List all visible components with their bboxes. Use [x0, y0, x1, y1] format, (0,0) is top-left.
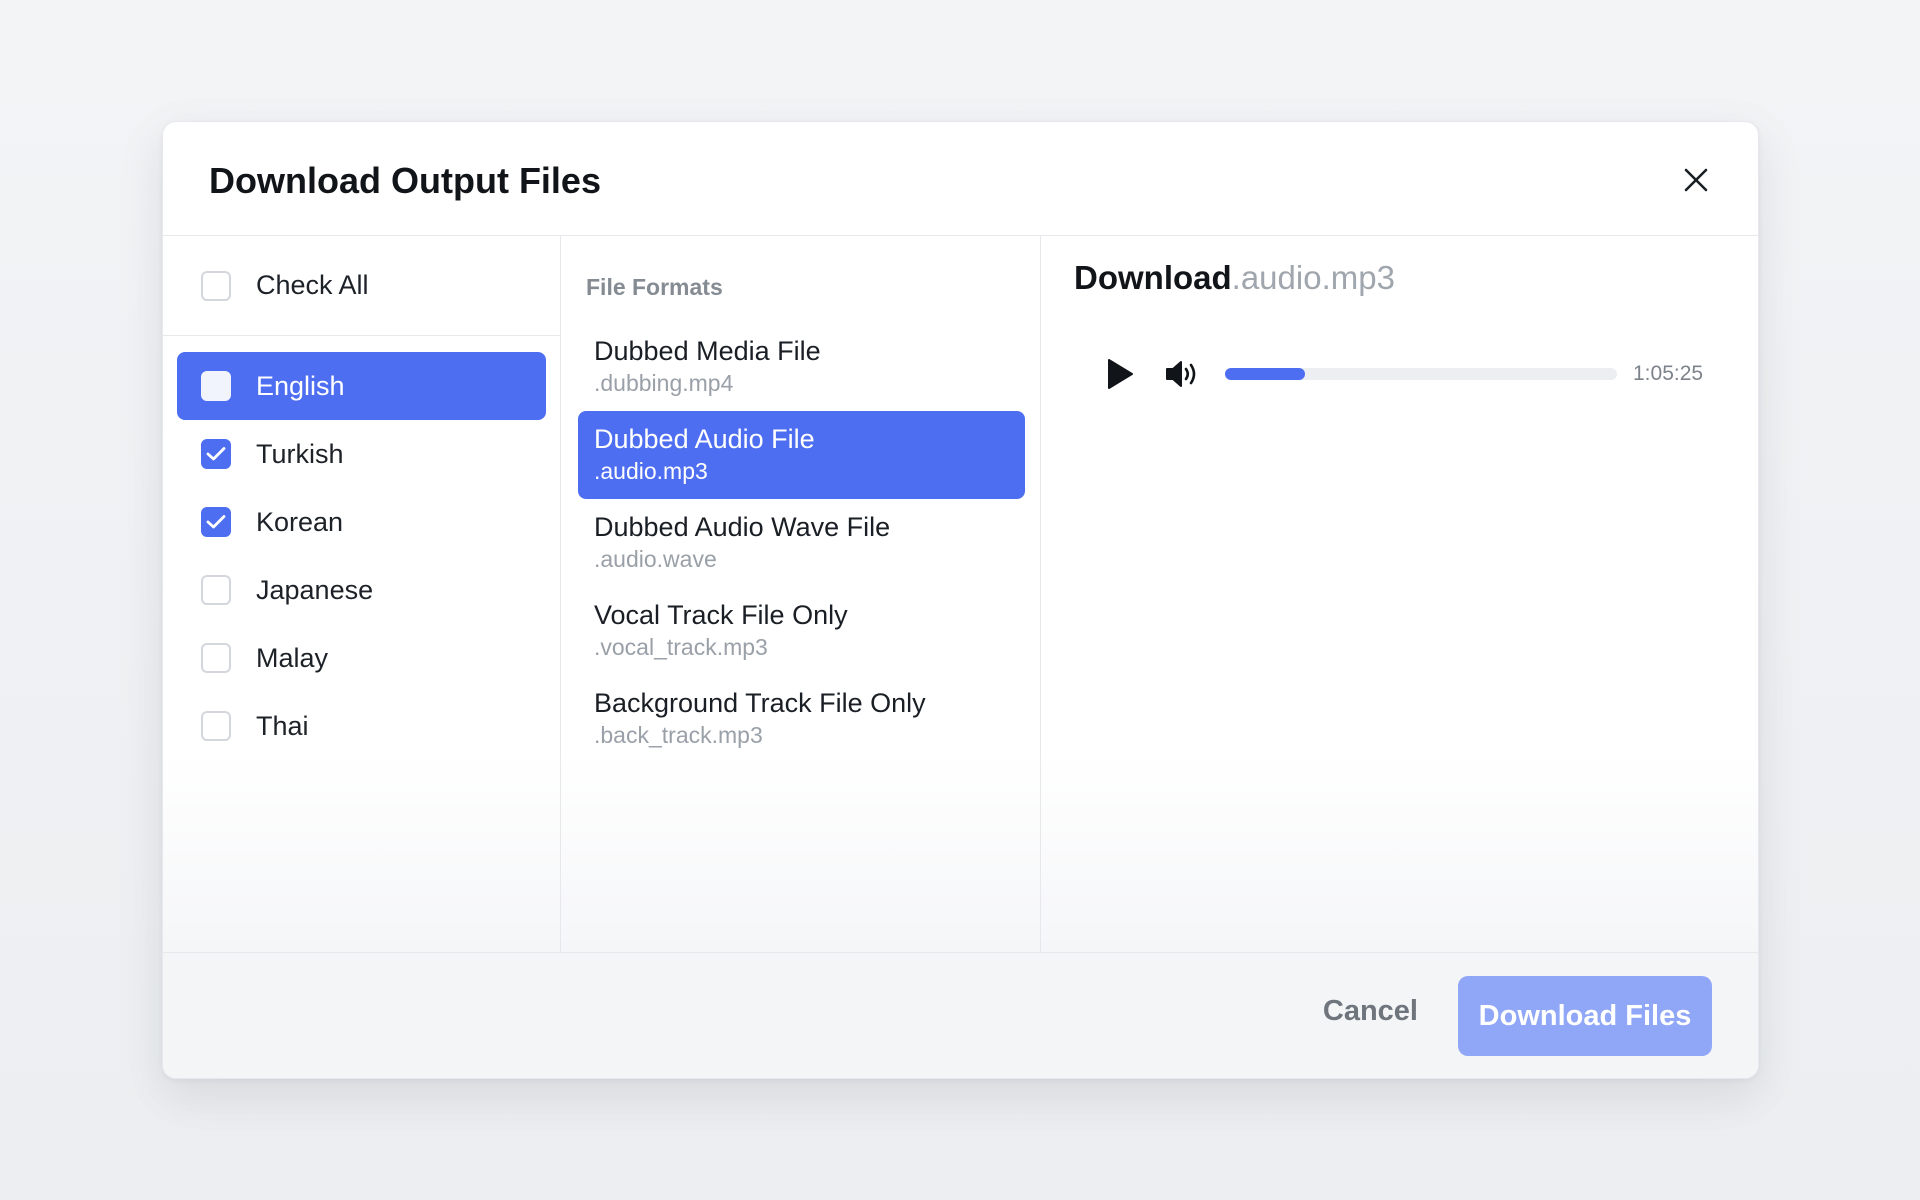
language-label: English — [256, 370, 345, 401]
preview-title-file: .audio.mp3 — [1231, 259, 1395, 296]
volume-icon — [1166, 361, 1196, 387]
playback-progress-bar[interactable] — [1225, 368, 1617, 380]
format-extension: .dubbing.mp4 — [594, 370, 734, 396]
format-name: Background Track File Only — [594, 688, 926, 718]
format-list: Dubbed Media File .dubbing.mp4 Dubbed Audi… — [578, 323, 1025, 763]
preview-title-prefix: Download — [1074, 259, 1232, 296]
dialog-footer: Cancel Download Files — [163, 952, 1758, 1078]
dialog-header: Download Output Files — [163, 122, 1758, 236]
check-all-label: Check All — [256, 270, 369, 300]
volume-button[interactable] — [1161, 354, 1205, 394]
format-name: Dubbed Audio Wave File — [594, 512, 891, 542]
language-list: English Turkish Korean Japanese Malay Thai — [163, 336, 560, 760]
close-icon — [1684, 168, 1708, 192]
format-column: File Formats Dubbed Media File .dubbing.m… — [561, 236, 1041, 954]
format-name: Dubbed Audio File — [594, 424, 815, 454]
language-label: Korean — [256, 506, 344, 537]
format-extension: .back_track.mp3 — [594, 722, 763, 748]
language-checkbox[interactable] — [201, 371, 231, 401]
format-item[interactable]: Dubbed Audio Wave File .audio.wave — [578, 499, 1025, 587]
play-button[interactable] — [1101, 354, 1139, 394]
check-all-row[interactable]: Check All — [163, 236, 560, 336]
language-label: Thai — [256, 710, 309, 741]
preview-column: Download.audio.mp3 1:05:25 — [1041, 236, 1758, 954]
playback-progress-fill — [1225, 368, 1306, 380]
audio-player: 1:05:25 — [1101, 346, 1741, 402]
language-item-thai[interactable]: Thai — [177, 692, 546, 760]
format-item[interactable]: Dubbed Audio File .audio.mp3 — [578, 411, 1025, 499]
language-checkbox[interactable] — [201, 711, 231, 741]
close-button[interactable] — [1674, 158, 1718, 202]
file-formats-label: File Formats — [586, 274, 723, 300]
playback-time: 1:05:25 — [1633, 362, 1704, 385]
language-item-turkish[interactable]: Turkish — [177, 420, 546, 488]
cancel-button[interactable]: Cancel — [1323, 995, 1418, 1028]
language-label: Japanese — [256, 574, 374, 605]
language-item-english[interactable]: English — [177, 352, 546, 420]
check-all-checkbox[interactable] — [201, 270, 231, 301]
download-output-files-dialog: Download Output Files Check All English T… — [162, 121, 1759, 1079]
language-checkbox[interactable] — [201, 643, 231, 673]
language-item-japanese[interactable]: Japanese — [177, 556, 546, 624]
language-checkbox[interactable] — [201, 439, 231, 469]
preview-title: Download.audio.mp3 — [1074, 256, 1758, 300]
format-item[interactable]: Dubbed Media File .dubbing.mp4 — [578, 323, 1025, 411]
checkmark-icon — [206, 515, 226, 529]
language-checkbox[interactable] — [201, 507, 231, 537]
dialog-body: Check All English Turkish Korean Japanese Ma… — [163, 236, 1758, 954]
language-label: Turkish — [256, 438, 344, 469]
format-name: Vocal Track File Only — [594, 600, 848, 630]
format-extension: .audio.wave — [594, 546, 717, 572]
language-item-korean[interactable]: Korean — [177, 488, 546, 556]
dialog-title: Download Output Files — [209, 160, 601, 201]
language-checkbox[interactable] — [201, 575, 231, 605]
format-extension: .audio.mp3 — [594, 458, 708, 484]
checkmark-icon — [206, 447, 226, 461]
download-files-button[interactable]: Download Files — [1458, 976, 1712, 1056]
language-column: Check All English Turkish Korean Japanese Ma… — [163, 236, 561, 954]
format-item[interactable]: Background Track File Only .back_track.mp… — [578, 675, 1025, 763]
language-label: Malay — [256, 642, 329, 673]
play-icon — [1108, 359, 1133, 389]
format-item[interactable]: Vocal Track File Only .vocal_track.mp3 — [578, 587, 1025, 675]
format-extension: .vocal_track.mp3 — [594, 634, 768, 660]
language-item-malay[interactable]: Malay — [177, 624, 546, 692]
format-name: Dubbed Media File — [594, 336, 821, 366]
